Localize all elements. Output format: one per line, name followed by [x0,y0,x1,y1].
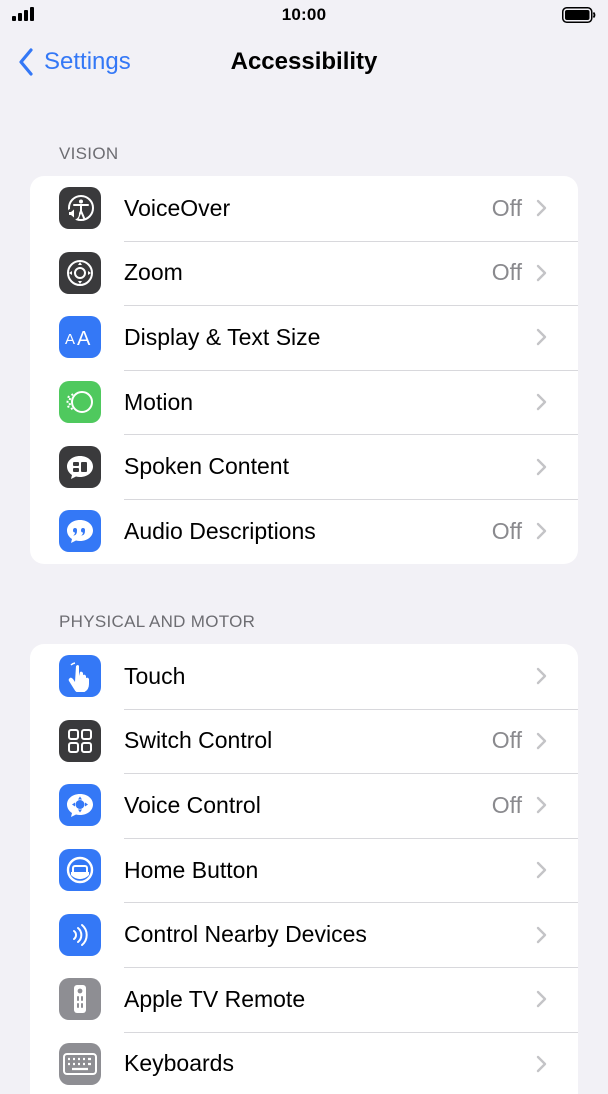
home-button-icon [59,849,101,892]
voice-control-icon [59,784,101,827]
spoken-content-icon [59,445,101,488]
text-size-icon: A A [59,316,101,359]
row-voice-control[interactable]: Voice Control Off [30,773,578,838]
row-motion[interactable]: Motion [30,369,578,435]
row-label: Audio Descriptions [124,517,316,544]
row-label: Voice Control [124,791,261,818]
chevron-right-icon [536,200,547,217]
row-control-nearby-devices[interactable]: Control Nearby Devices [30,902,578,967]
chevron-right-icon [536,523,547,540]
chevron-right-icon [536,668,547,685]
row-spoken-content[interactable]: Spoken Content [30,434,578,499]
zoom-icon [59,251,101,294]
row-display-text-size[interactable]: A A Display & Text Size [30,305,578,370]
chevron-right-icon [536,797,547,814]
row-value: Off [491,259,522,286]
section-header-physical-and-motor: PHYSICAL AND MOTOR [59,612,256,631]
chevron-right-icon [536,732,547,750]
svg-text:A: A [65,331,75,348]
row-home-button[interactable]: Home Button [30,837,578,903]
nearby-devices-icon [59,913,101,956]
touch-icon [59,655,101,698]
row-switch-control[interactable]: Switch Control Off [30,708,578,774]
row-label: Home Button [124,856,259,883]
chevron-right-icon [536,991,547,1008]
row-label: Display & Text Size [124,323,321,350]
chevron-right-icon [536,926,547,943]
row-value: Off [491,517,522,544]
section-header-vision: VISION [59,144,119,163]
row-value: Off [491,791,522,818]
row-label: Spoken Content [124,453,289,480]
chevron-right-icon [536,1055,547,1073]
keyboard-icon [59,1042,101,1085]
settings-group-vision: VoiceOver Off Zoom Off A A Display & Tex… [30,176,578,564]
battery-icon [562,7,596,23]
row-label: Keyboards [124,1050,234,1077]
chevron-right-icon [536,393,547,411]
row-voiceover[interactable]: VoiceOver Off [30,176,578,241]
chevron-right-icon [536,264,547,282]
voiceover-icon [59,187,101,230]
row-audio-descriptions[interactable]: Audio Descriptions Off [30,498,578,564]
row-value: Off [491,194,522,221]
tv-remote-icon [59,978,101,1021]
row-label: Motion [124,388,194,415]
row-label: Touch [124,662,186,689]
row-keyboards[interactable]: Keyboards [30,1031,578,1094]
row-label: Zoom [124,259,183,286]
audio-descriptions-icon [59,510,101,553]
row-value: Off [491,727,522,754]
row-label: VoiceOver [124,194,231,221]
row-label: Control Nearby Devices [124,921,367,948]
chevron-right-icon [536,458,547,475]
motion-icon [59,381,101,424]
settings-group-physical-and-motor: Touch Switch Control Off Voice Control O… [30,644,578,1094]
status-time: 10:00 [281,5,327,24]
row-label: Switch Control [124,727,273,754]
row-touch[interactable]: Touch [30,644,578,709]
row-label: Apple TV Remote [124,985,306,1012]
chevron-right-icon [536,861,547,879]
status-bar: 10:00 [0,0,608,32]
page-title: Accessibility [230,48,378,75]
chevron-right-icon [536,329,547,346]
row-zoom[interactable]: Zoom Off [30,240,578,306]
switch-control-icon [59,719,101,762]
navigation-bar: Settings Accessibility [0,36,608,88]
row-apple-tv-remote[interactable]: Apple TV Remote [30,966,578,1032]
svg-text:A: A [77,328,91,350]
